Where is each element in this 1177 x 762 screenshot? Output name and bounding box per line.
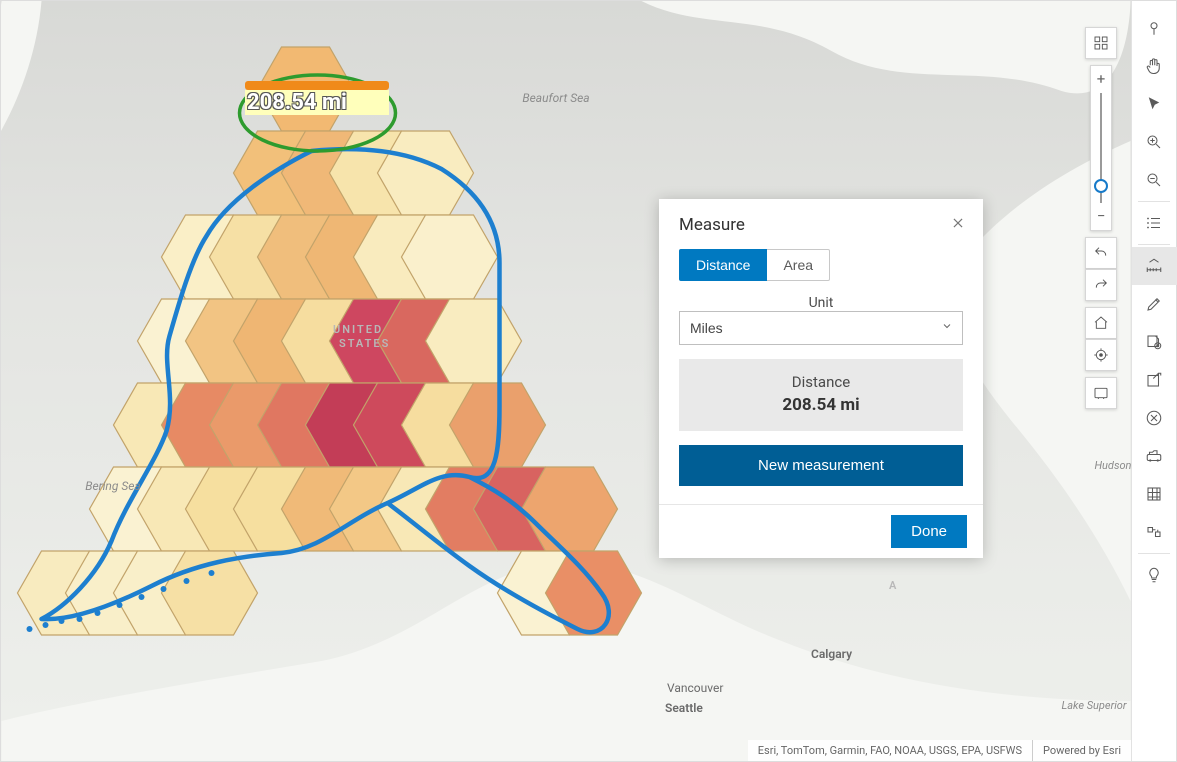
tab-distance[interactable]: Distance — [679, 249, 767, 281]
done-button[interactable]: Done — [891, 515, 967, 548]
directions-icon[interactable] — [1132, 437, 1177, 475]
close-icon[interactable] — [951, 216, 965, 234]
pin-icon[interactable] — [1132, 9, 1177, 47]
add-data-icon[interactable] — [1132, 323, 1177, 361]
unit-label: Unit — [679, 295, 963, 311]
attribution-bar: Esri, TomTom, Garmin, FAO, NOAA, USGS, E… — [748, 740, 1131, 761]
toolbar-divider — [1138, 553, 1170, 554]
hint-bulb-icon[interactable] — [1132, 556, 1177, 594]
locate-icon[interactable] — [1085, 339, 1117, 371]
zoom-out-icon[interactable] — [1132, 161, 1177, 199]
result-value: 208.54 mi — [679, 395, 963, 415]
edit-icon[interactable] — [1132, 285, 1177, 323]
select-lasso-icon[interactable] — [1132, 513, 1177, 551]
toolbar-divider — [1138, 201, 1170, 202]
zoom-plus-icon[interactable]: + — [1097, 70, 1106, 89]
zoom-in-icon[interactable] — [1132, 123, 1177, 161]
hand-pan-icon[interactable] — [1132, 47, 1177, 85]
zoom-handle[interactable] — [1094, 179, 1108, 193]
measure-type-toggle: Distance Area — [679, 249, 963, 281]
clear-icon[interactable] — [1132, 399, 1177, 437]
basemap-gallery-icon[interactable] — [1085, 27, 1117, 59]
unit-select[interactable]: Miles — [679, 311, 963, 345]
share-icon[interactable] — [1132, 361, 1177, 399]
measure-result: Distance 208.54 mi — [679, 359, 963, 431]
zoom-track[interactable] — [1100, 93, 1102, 203]
basemap-grid-icon[interactable] — [1132, 475, 1177, 513]
measure-panel: Measure Distance Area Unit Miles — [659, 199, 983, 558]
measure-icon[interactable] — [1132, 247, 1177, 285]
result-label: Distance — [679, 373, 963, 391]
fullscreen-icon[interactable] — [1085, 377, 1117, 409]
cursor-arrow-icon[interactable] — [1132, 85, 1177, 123]
zoom-minus-icon[interactable]: − — [1097, 207, 1106, 226]
toolbar-divider — [1138, 244, 1170, 245]
zoom-slider[interactable]: + − — [1090, 65, 1112, 231]
redo-icon[interactable] — [1085, 269, 1117, 301]
home-extent-icon[interactable] — [1085, 307, 1117, 339]
attribution-powered: Powered by Esri — [1032, 740, 1131, 761]
new-measurement-button[interactable]: New measurement — [679, 445, 963, 486]
right-toolbar — [1131, 1, 1176, 761]
undo-icon[interactable] — [1085, 237, 1117, 269]
list-icon[interactable] — [1132, 204, 1177, 242]
tab-area[interactable]: Area — [767, 249, 830, 281]
map-canvas[interactable]: Beaufort Sea Bering Sea Hudson Bay Lake … — [1, 1, 1131, 761]
attribution-sources: Esri, TomTom, Garmin, FAO, NOAA, USGS, E… — [748, 740, 1032, 761]
panel-title: Measure — [679, 215, 745, 235]
